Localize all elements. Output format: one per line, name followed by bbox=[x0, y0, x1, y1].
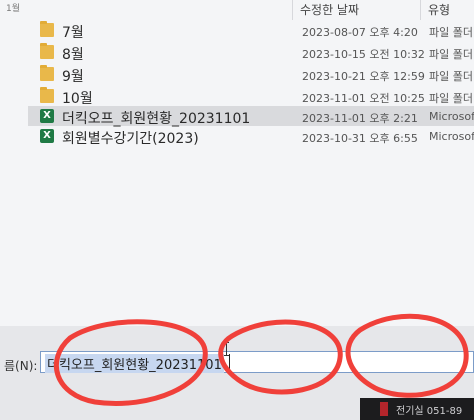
folder-icon bbox=[40, 65, 54, 81]
filename-value[interactable]: 더킥오프_회원현황_20231101 bbox=[45, 354, 224, 373]
column-header-type[interactable]: 유형 bbox=[428, 1, 450, 18]
file-row[interactable]: 9월 2023-10-21 오후 12:59 파일 폴더 bbox=[28, 64, 474, 85]
folder-icon bbox=[40, 43, 54, 59]
folder-icon bbox=[40, 21, 54, 37]
file-name: 8월 bbox=[62, 47, 84, 63]
file-row[interactable]: X 더킥오프_회원현황_20231101 2023-11-01 오후 2:21 … bbox=[28, 106, 474, 127]
file-date: 2023-08-07 오후 4:20 bbox=[302, 26, 418, 39]
save-dialog: 1월 수정한 날짜 유형 7월 2023-08-07 오후 4:20 파일 폴더… bbox=[0, 0, 474, 420]
taskbar-text: 전기실 051-89 bbox=[396, 406, 463, 417]
folder-icon bbox=[40, 87, 54, 103]
excel-icon: X bbox=[40, 129, 54, 143]
file-name: 7월 bbox=[62, 25, 84, 41]
text-cursor-icon bbox=[224, 342, 229, 356]
column-header-name[interactable]: 1월 bbox=[6, 1, 20, 14]
file-date: 2023-10-31 오후 6:55 bbox=[302, 132, 418, 145]
file-name: 회원별수강기간(2023) bbox=[62, 131, 199, 147]
file-date: 2023-11-01 오전 10:25 bbox=[302, 92, 425, 105]
column-divider[interactable] bbox=[292, 0, 293, 20]
file-row[interactable]: X 회원별수강기간(2023) 2023-10-31 오후 6:55 Micro… bbox=[28, 126, 474, 147]
file-name: 더킥오프_회원현황_20231101 bbox=[62, 111, 251, 127]
filename-input[interactable]: 더킥오프_회원현황_20231101 bbox=[40, 351, 474, 373]
column-header-bar: 1월 수정한 날짜 유형 bbox=[0, 0, 474, 22]
file-row[interactable]: 10월 2023-11-01 오전 10:25 파일 폴더 bbox=[28, 86, 474, 107]
file-type: 파일 폴더 bbox=[429, 70, 473, 83]
file-row[interactable]: 7월 2023-08-07 오후 4:20 파일 폴더 bbox=[28, 20, 474, 41]
file-date: 2023-11-01 오후 2:21 bbox=[302, 112, 418, 125]
filename-label: 름(N): bbox=[4, 359, 38, 373]
taskbar-fragment: 전기실 051-89 bbox=[360, 398, 474, 420]
file-name: 9월 bbox=[62, 69, 84, 85]
column-divider[interactable] bbox=[420, 0, 421, 20]
file-date: 2023-10-21 오후 12:59 bbox=[302, 70, 425, 83]
file-type: Microsoft bbox=[429, 110, 474, 123]
file-type: 파일 폴더 bbox=[429, 26, 473, 39]
file-type: 파일 폴더 bbox=[429, 92, 473, 105]
text-caret bbox=[229, 354, 230, 370]
file-type: Microsoft bbox=[429, 130, 474, 143]
excel-icon: X bbox=[40, 109, 54, 123]
file-date: 2023-10-15 오전 10:32 bbox=[302, 48, 425, 61]
file-type: 파일 폴더 bbox=[429, 48, 473, 61]
file-name: 10월 bbox=[62, 91, 93, 107]
file-row[interactable]: 8월 2023-10-15 오전 10:32 파일 폴더 bbox=[28, 42, 474, 63]
column-header-date[interactable]: 수정한 날짜 bbox=[300, 1, 359, 18]
taskbar-app-icon[interactable] bbox=[380, 402, 388, 416]
